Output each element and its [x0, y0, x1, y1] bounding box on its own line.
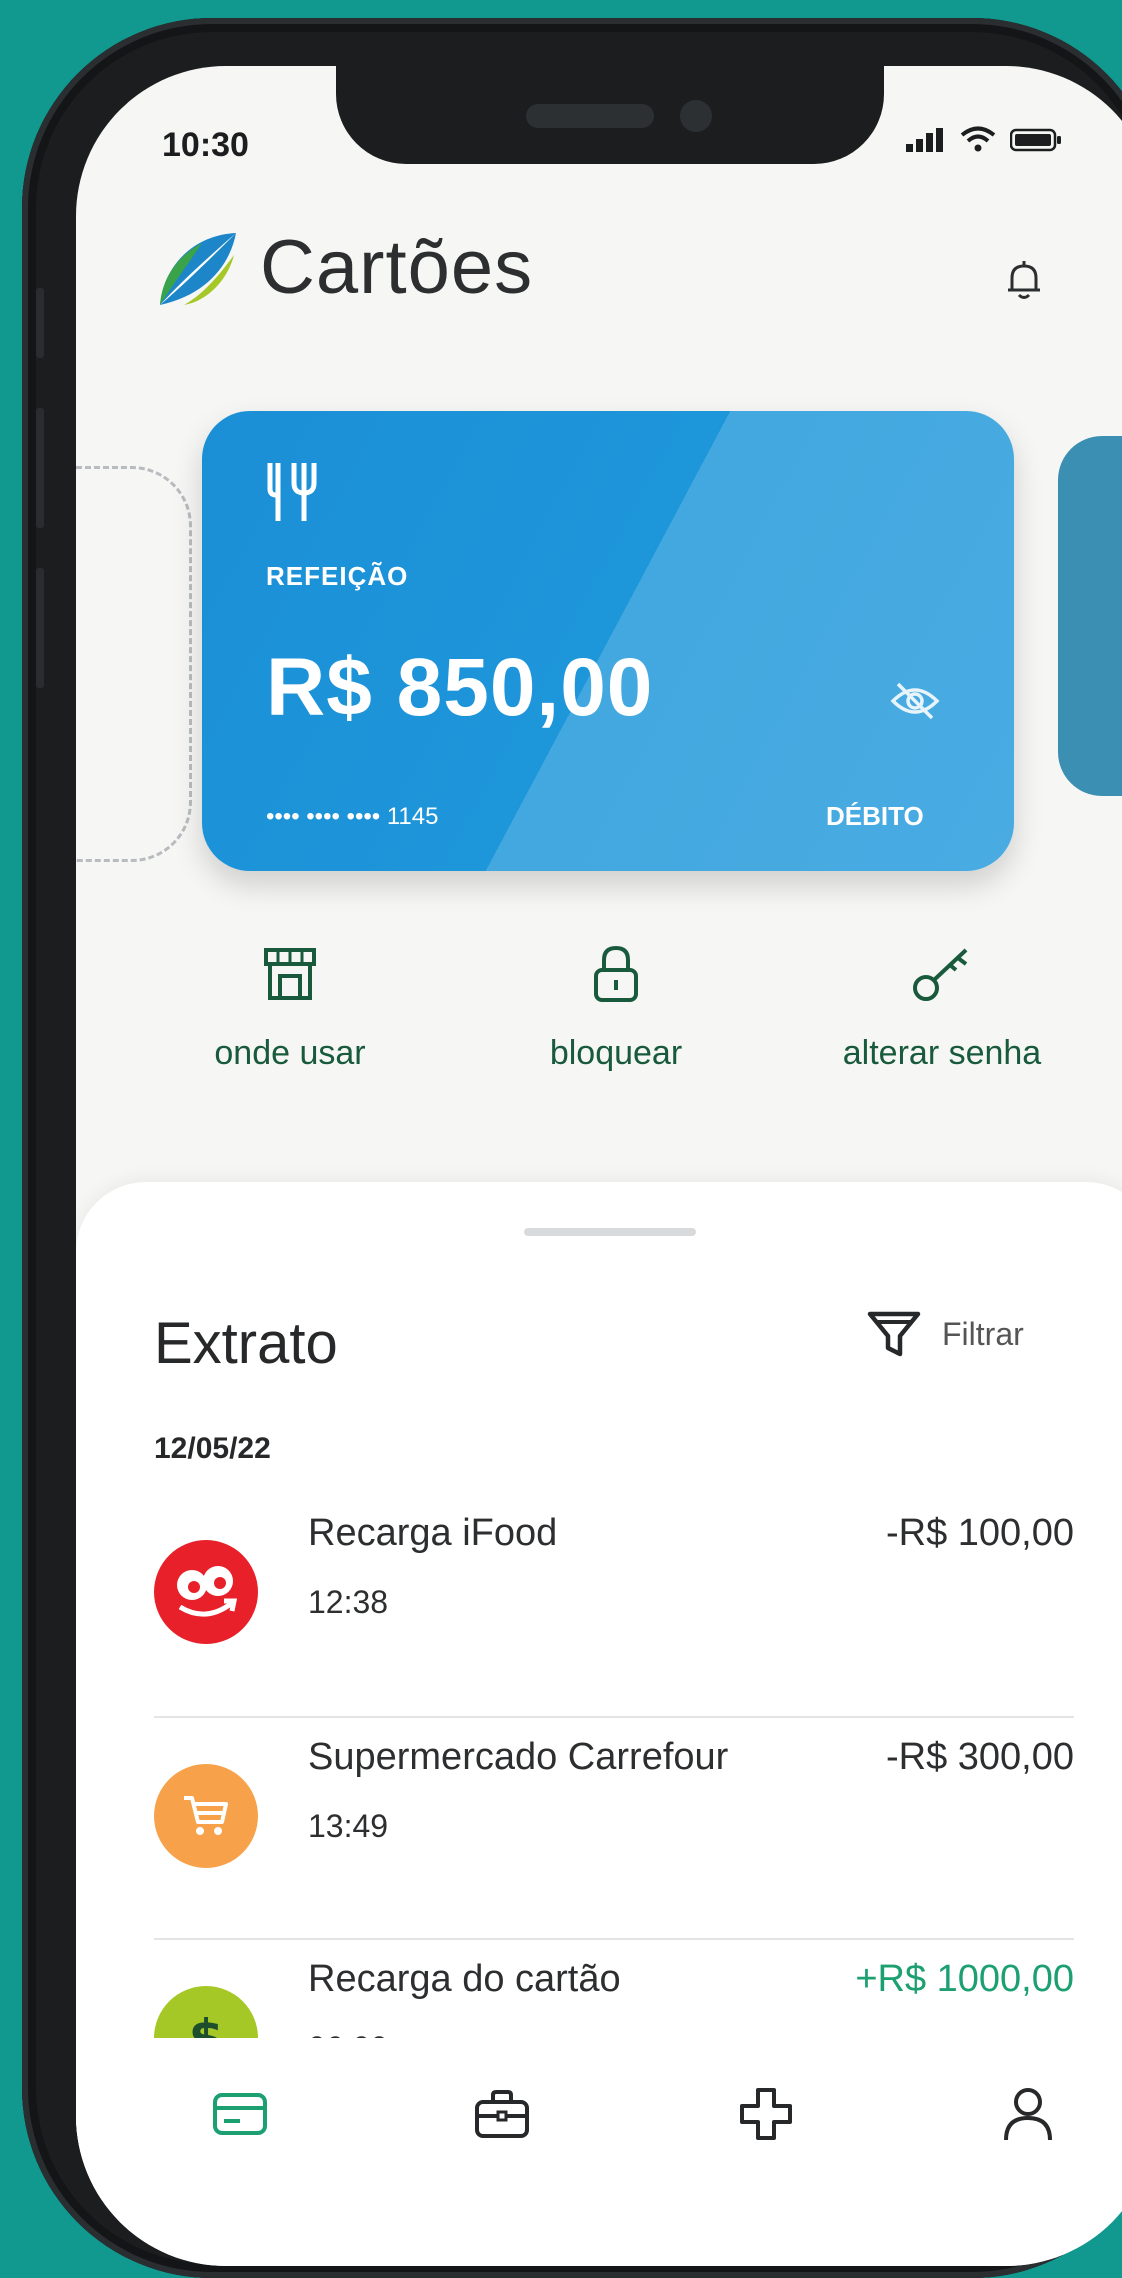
filter-button[interactable]: Filtrar	[866, 1310, 1024, 1358]
transaction-time: 12:38	[308, 1584, 389, 1620]
nav-health[interactable]	[730, 2078, 802, 2150]
briefcase-icon	[475, 2090, 529, 2138]
action-bloquear[interactable]: bloquear	[486, 942, 746, 1073]
funnel-icon	[867, 1311, 921, 1357]
wifi-icon	[960, 126, 996, 152]
transaction-name: Recarga do cartão	[308, 1958, 621, 2000]
plus-cross-icon	[740, 2088, 792, 2140]
speaker	[526, 104, 654, 128]
action-label: alterar senha	[842, 1034, 1042, 1072]
statement-date: 12/05/22	[154, 1432, 271, 1465]
action-alterar-senha[interactable]: alterar senha	[812, 942, 1072, 1073]
transaction-amount: -R$ 300,00	[885, 1736, 1074, 1778]
phone-frame: 10:30 Cartões REFEIÇÃO R$ 850,00 •••• ••…	[22, 18, 1122, 2278]
side-button	[36, 568, 44, 688]
card-mode: DÉBITO	[826, 801, 924, 831]
camera	[680, 100, 712, 132]
nav-benefits[interactable]	[466, 2078, 538, 2150]
transaction-row[interactable]: Recarga iFood 12:38 -R$ 100,00	[154, 1496, 1074, 1696]
side-button	[36, 408, 44, 528]
card-icon	[213, 2093, 267, 2135]
transaction-name: Supermercado Carrefour	[308, 1736, 729, 1778]
action-onde-usar[interactable]: onde usar	[160, 942, 420, 1073]
nav-profile[interactable]	[992, 2078, 1064, 2150]
fork-knife-icon	[267, 463, 317, 521]
user-icon	[1004, 2088, 1052, 2141]
side-button	[36, 288, 44, 358]
signal-icon	[906, 128, 943, 152]
status-time: 10:30	[162, 126, 249, 164]
transaction-row[interactable]: Supermercado Carrefour 13:49 -R$ 300,00	[154, 1720, 1074, 1920]
benefit-card[interactable]: REFEIÇÃO R$ 850,00 •••• •••• •••• 1145 D…	[202, 411, 1014, 871]
card-type: REFEIÇÃO	[266, 561, 409, 591]
transaction-amount: -R$ 100,00	[885, 1512, 1074, 1554]
ifood-logo	[154, 1540, 258, 1644]
sheet-handle[interactable]	[524, 1228, 696, 1236]
nav-cards[interactable]	[204, 2078, 276, 2150]
card-balance: R$ 850,00	[266, 642, 654, 733]
bottom-nav	[76, 2038, 1122, 2198]
transaction-time: 13:49	[308, 1808, 389, 1844]
filter-label: Filtrar	[942, 1315, 1024, 1352]
previous-card-placeholder[interactable]	[76, 466, 192, 862]
bell-icon[interactable]	[1004, 258, 1044, 302]
storefront-icon	[264, 948, 316, 1000]
divider	[154, 1716, 1074, 1718]
key-icon	[913, 948, 968, 1001]
header: Cartões	[154, 224, 533, 311]
action-label: bloquear	[549, 1034, 683, 1072]
battery-icon	[1010, 128, 1061, 152]
statement-title: Extrato	[154, 1311, 338, 1376]
brand-leaf-logo	[160, 232, 236, 305]
cart-icon	[154, 1764, 258, 1868]
transaction-amount: +R$ 1000,00	[855, 1958, 1074, 2000]
divider	[154, 1938, 1074, 1940]
next-card[interactable]	[1058, 436, 1122, 796]
screen: 10:30 Cartões REFEIÇÃO R$ 850,00 •••• ••…	[76, 66, 1122, 2266]
transaction-name: Recarga iFood	[308, 1512, 558, 1554]
action-label: onde usar	[214, 1034, 366, 1072]
card-number: •••• •••• •••• 1145	[266, 803, 439, 830]
page-title: Cartões	[260, 225, 534, 310]
eye-slash-icon[interactable]	[890, 681, 940, 721]
status-icons	[906, 126, 1062, 152]
lock-icon	[594, 945, 638, 1002]
notch	[336, 66, 884, 164]
